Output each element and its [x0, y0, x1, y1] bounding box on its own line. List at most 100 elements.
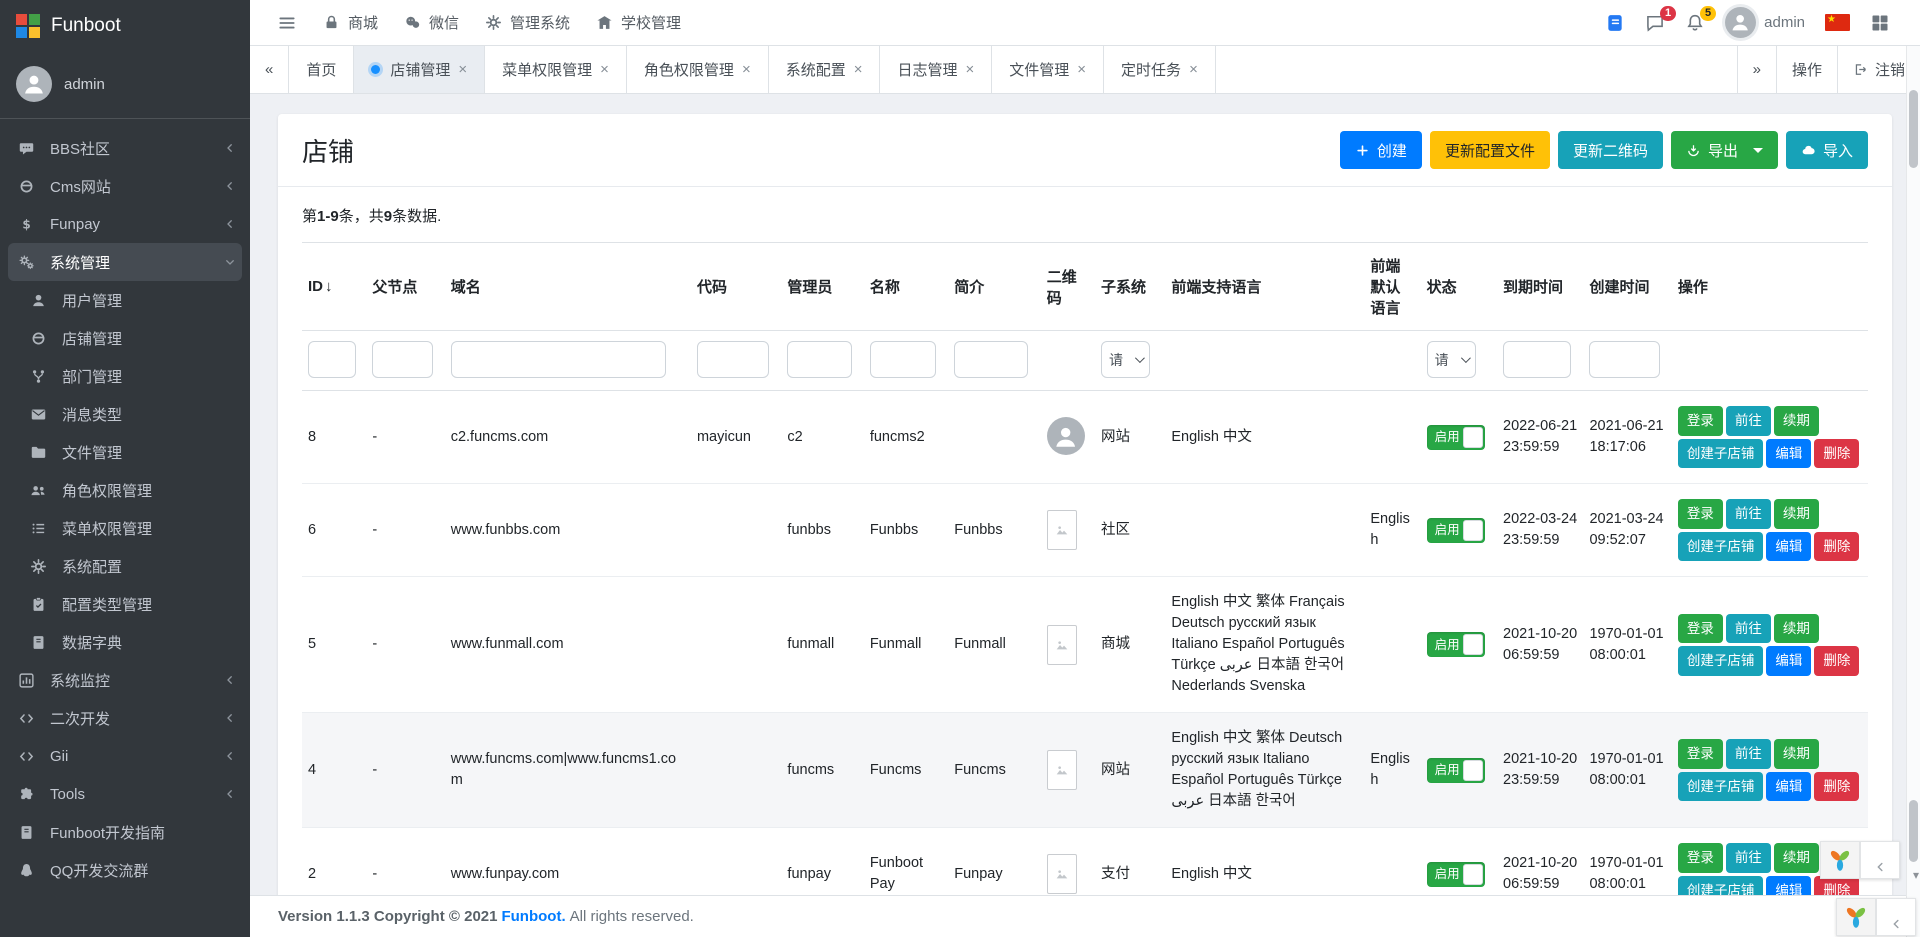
edit-button[interactable]: 编辑 — [1766, 438, 1812, 469]
delete-button[interactable]: 删除 — [1814, 646, 1860, 676]
sidebar-menu-item[interactable]: 菜单权限管理 — [0, 509, 250, 547]
tab[interactable]: 店铺管理 × — [354, 46, 486, 93]
tab[interactable]: 文件管理 × — [992, 46, 1105, 93]
sidebar-menu-item[interactable]: 店铺管理 — [0, 319, 250, 357]
edit-button[interactable]: 编辑 — [1766, 771, 1812, 802]
renew-button[interactable]: 续期 — [1773, 739, 1819, 769]
goto-button[interactable]: 前往 — [1725, 613, 1771, 644]
create-substore-button[interactable]: 创建子店铺 — [1677, 875, 1764, 895]
status-toggle[interactable]: 启用 — [1426, 517, 1485, 543]
tabs-overflow-button[interactable]: » — [1736, 46, 1776, 93]
tabs-scroll-left-button[interactable]: « — [250, 46, 290, 93]
goto-button[interactable]: 前往 — [1725, 843, 1771, 873]
sort-desc-icon[interactable]: ↓ — [325, 278, 333, 295]
sidebar-menu-item[interactable]: 数据字典 — [0, 623, 250, 661]
column-header[interactable]: 域名 — [444, 242, 691, 331]
sidebar-menu-item[interactable]: 配置类型管理 — [0, 585, 250, 623]
scrollbar[interactable]: ▾ — [1906, 46, 1920, 937]
column-header[interactable]: 前端默认语言 — [1364, 242, 1421, 331]
update-qrcode-button[interactable]: 更新二维码 — [1557, 131, 1663, 169]
filter-input[interactable] — [869, 341, 937, 378]
tab-close-icon[interactable]: × — [1189, 61, 1198, 78]
sidebar-menu-item[interactable]: $ Funpay — [0, 205, 250, 243]
tab[interactable]: 角色权限管理 × — [627, 46, 769, 93]
delete-button[interactable]: 删除 — [1814, 771, 1860, 802]
navbar-menu-item[interactable]: 学校管理 — [583, 0, 694, 45]
login-button[interactable]: 登录 — [1677, 843, 1723, 873]
column-header[interactable]: 到期时间 — [1497, 242, 1584, 331]
renew-button[interactable]: 续期 — [1773, 406, 1819, 436]
update-config-button[interactable]: 更新配置文件 — [1429, 131, 1550, 169]
sidebar-menu-item[interactable]: 系统配置 — [0, 547, 250, 585]
sidebar-menu-item[interactable]: 二次开发 — [0, 699, 250, 737]
column-header[interactable]: 状态 — [1420, 242, 1498, 331]
tab-close-icon[interactable]: × — [1077, 61, 1086, 78]
navbar-menu-item[interactable]: 商城 — [310, 0, 391, 45]
filter-input[interactable] — [450, 341, 667, 378]
login-button[interactable]: 登录 — [1677, 406, 1723, 436]
user-menu[interactable]: admin — [1725, 7, 1805, 38]
status-toggle[interactable]: 启用 — [1426, 424, 1485, 450]
sidebar-menu-item[interactable]: 用户管理 — [0, 281, 250, 319]
sidebar-menu-item[interactable]: BBS社区 — [0, 129, 250, 167]
funboot-link[interactable]: Funboot. — [501, 908, 565, 925]
filter-input[interactable] — [1589, 341, 1660, 378]
column-header[interactable]: 管理员 — [781, 242, 864, 331]
edit-button[interactable]: 编辑 — [1766, 646, 1812, 676]
goto-button[interactable]: 前往 — [1725, 499, 1771, 529]
delete-button[interactable]: 删除 — [1814, 531, 1860, 562]
messages-button[interactable]: 1 — [1645, 5, 1677, 33]
edit-button[interactable]: 编辑 — [1766, 875, 1812, 895]
sidebar-menu-item[interactable]: QQ开发交流群 — [0, 851, 250, 889]
tab[interactable]: 菜单权限管理 × — [485, 46, 627, 93]
login-button[interactable]: 登录 — [1677, 613, 1723, 644]
filter-input[interactable] — [372, 341, 434, 378]
sidebar-menu-item[interactable]: 系统监控 — [0, 661, 250, 699]
create-button[interactable]: 创建 — [1339, 131, 1422, 169]
notifications-button[interactable]: 5 — [1685, 5, 1717, 33]
create-substore-button[interactable]: 创建子店铺 — [1677, 531, 1764, 562]
navbar-menu-item[interactable]: 管理系统 — [472, 0, 583, 45]
edit-button[interactable]: 编辑 — [1766, 531, 1812, 562]
funboot-widget-button[interactable] — [1820, 841, 1860, 879]
tab-close-icon[interactable]: × — [854, 61, 863, 78]
tab[interactable]: 首页 × — [289, 46, 355, 93]
renew-button[interactable]: 续期 — [1773, 843, 1819, 873]
collapse-widget-button[interactable] — [1876, 898, 1916, 936]
funboot-widget-button[interactable] — [1836, 898, 1876, 936]
collapse-widget-button[interactable] — [1860, 841, 1900, 879]
sidebar-menu-item[interactable]: Funboot开发指南 — [0, 813, 250, 851]
renew-button[interactable]: 续期 — [1773, 613, 1819, 644]
sidebar-menu-item[interactable]: Cms网站 — [0, 167, 250, 205]
sidebar-menu-item[interactable]: 文件管理 — [0, 433, 250, 471]
tab[interactable]: 定时任务 × — [1104, 46, 1216, 93]
goto-button[interactable]: 前往 — [1725, 406, 1771, 436]
status-toggle[interactable]: 启用 — [1426, 632, 1485, 658]
sidebar-toggle-button[interactable] — [264, 0, 310, 45]
create-substore-button[interactable]: 创建子店铺 — [1677, 646, 1764, 676]
column-header[interactable]: 操作 — [1671, 242, 1868, 331]
scroll-down-arrow-icon[interactable]: ▾ — [1913, 868, 1919, 882]
column-header[interactable]: 名称 — [863, 242, 949, 331]
docs-button[interactable] — [1605, 13, 1625, 33]
scrollbar-thumb[interactable] — [1909, 800, 1918, 862]
goto-button[interactable]: 前往 — [1725, 739, 1771, 769]
sidebar-user-panel[interactable]: admin — [0, 52, 250, 119]
column-header[interactable]: 父节点 — [366, 242, 445, 331]
column-header[interactable]: 前端支持语言 — [1165, 242, 1365, 331]
create-substore-button[interactable]: 创建子店铺 — [1677, 771, 1764, 802]
column-header[interactable]: ID ↓ — [302, 242, 367, 331]
filter-input[interactable] — [954, 341, 1029, 378]
sidebar-menu-item[interactable]: 系统管理 — [8, 243, 242, 281]
column-header[interactable]: 创建时间 — [1583, 242, 1672, 331]
create-substore-button[interactable]: 创建子店铺 — [1677, 438, 1764, 469]
tab-close-icon[interactable]: × — [458, 61, 467, 78]
tab[interactable]: 系统配置 × — [769, 46, 881, 93]
login-button[interactable]: 登录 — [1677, 739, 1723, 769]
sidebar-menu-item[interactable]: Gii — [0, 737, 250, 775]
tab-close-icon[interactable]: × — [742, 61, 751, 78]
filter-input[interactable] — [1503, 341, 1572, 378]
filter-input[interactable] — [696, 341, 770, 378]
sidebar-menu-item[interactable]: 角色权限管理 — [0, 471, 250, 509]
column-header[interactable]: 代码 — [690, 242, 782, 331]
